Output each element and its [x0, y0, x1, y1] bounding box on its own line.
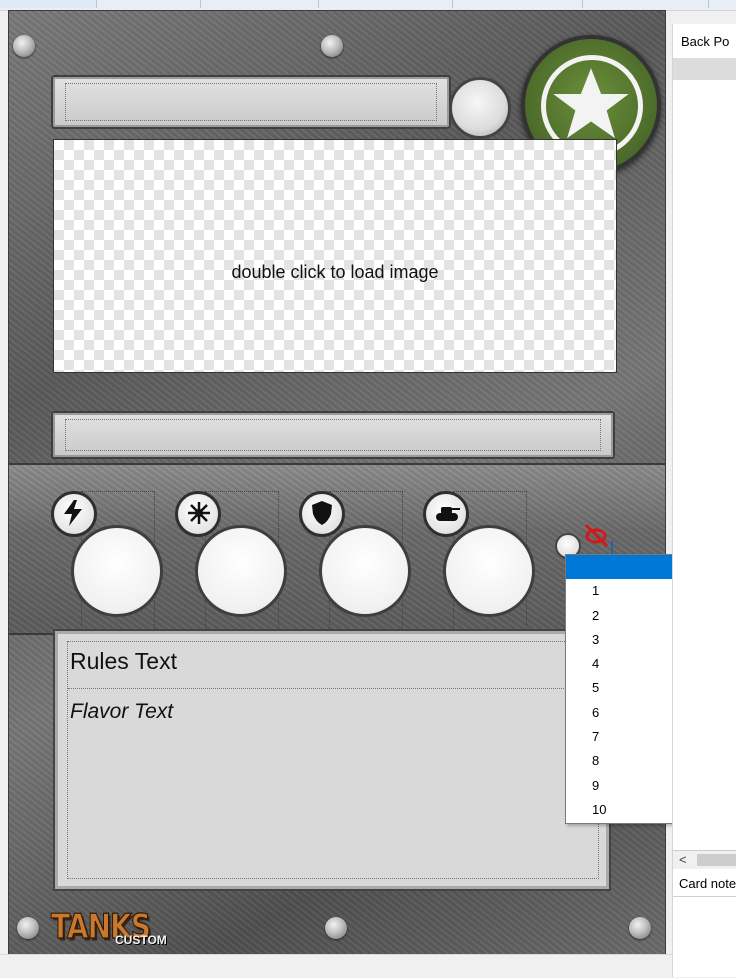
dropdown-anchor[interactable] [611, 541, 613, 555]
star-icon [553, 68, 629, 139]
title-knob [449, 77, 511, 139]
text-field[interactable]: Rules Text Flavor Text [67, 641, 599, 879]
portrait-image-area[interactable]: double click to load image [53, 139, 617, 373]
rivet [13, 35, 35, 57]
logo-sub: CUSTOM [115, 933, 167, 947]
stat-value-disk[interactable] [71, 525, 163, 617]
tab-segment[interactable] [452, 0, 583, 8]
tab-segment[interactable] [200, 0, 319, 8]
tab-segment[interactable] [582, 0, 709, 8]
back-portrait-label: Back Po [681, 34, 730, 49]
stat-value-disk[interactable] [319, 525, 411, 617]
stat-value-disk[interactable] [443, 525, 535, 617]
tab-segment[interactable] [318, 0, 453, 8]
text-box: Rules Text Flavor Text [53, 629, 611, 891]
image-load-hint: double click to load image [231, 262, 439, 282]
rivet [17, 917, 39, 939]
stat-value-disk[interactable] [195, 525, 287, 617]
flavor-text[interactable]: Flavor Text [70, 700, 173, 724]
rivet [629, 917, 651, 939]
stat-slot-lightning [51, 491, 175, 633]
panel-header-bar [673, 58, 736, 80]
no-tank-icon [584, 523, 609, 548]
text-divider [68, 688, 598, 689]
shield-icon [312, 501, 332, 525]
stat-slot-tank [423, 491, 547, 633]
horizontal-scrollbar[interactable]: < [673, 850, 736, 869]
properties-panel: Back Po < Card note [672, 24, 736, 977]
stat-slot-burst [175, 491, 299, 633]
scroll-thumb[interactable] [697, 854, 736, 866]
scroll-left-icon[interactable]: < [679, 851, 687, 869]
rivet [321, 35, 343, 57]
tab-segment[interactable] [96, 0, 201, 8]
tanks-logo: TANKS CUSTOM [51, 906, 175, 951]
burst-icon [188, 502, 210, 524]
notes-divider [673, 896, 736, 897]
lightning-icon [64, 500, 82, 526]
tab-segment[interactable] [0, 0, 97, 8]
rules-text[interactable]: Rules Text [70, 648, 177, 675]
status-bar [0, 954, 672, 978]
card-title-field[interactable] [51, 75, 451, 129]
tank-icon [436, 507, 460, 521]
card-type-field[interactable] [51, 411, 615, 459]
card-notes-label: Card note [679, 876, 736, 891]
stat-slot-shield [299, 491, 423, 633]
rivet [325, 917, 347, 939]
